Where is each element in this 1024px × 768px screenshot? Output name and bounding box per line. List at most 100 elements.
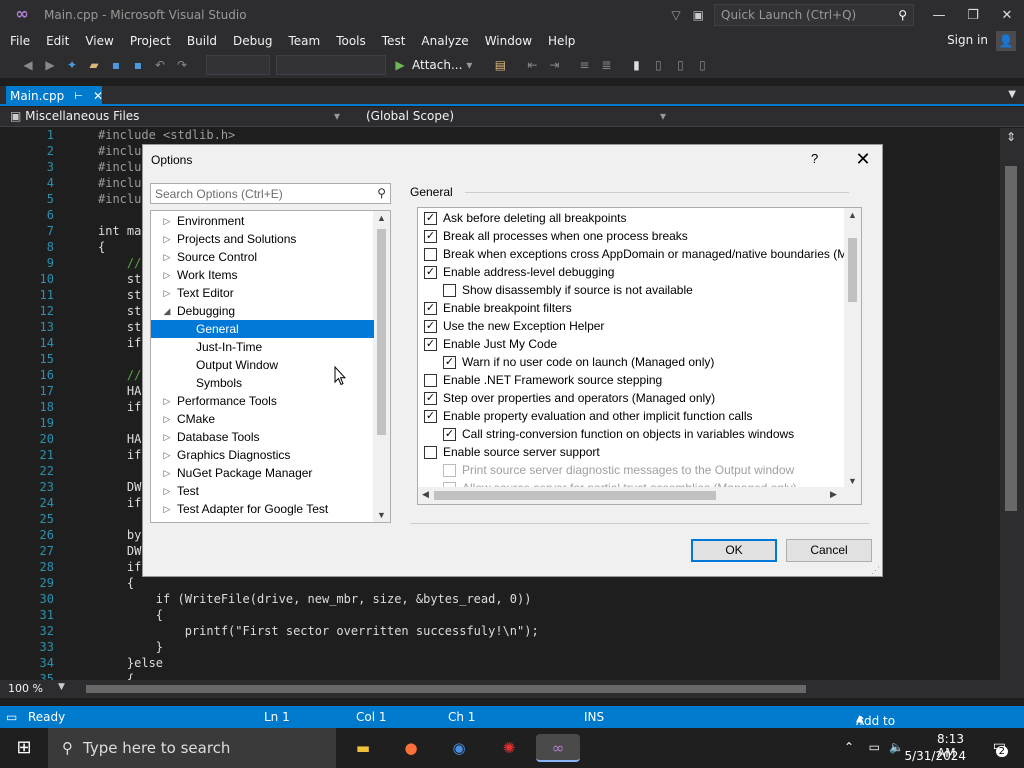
option-row[interactable]: ✓ Break all processes when one process br… — [424, 227, 688, 245]
general-options-list[interactable]: Allow source server for partial trust as… — [417, 207, 862, 505]
tree-item-environment[interactable]: ▷ Environment — [151, 212, 374, 230]
quick-launch-input[interactable]: Quick Launch (Ctrl+Q) ⚲ — [714, 4, 914, 26]
option-checkbox[interactable]: ✓ — [424, 301, 437, 315]
notification-flag-icon[interactable]: ▽ — [671, 8, 680, 22]
option-checkbox[interactable] — [443, 283, 456, 297]
tab-overflow-icon[interactable]: ▼ — [1008, 89, 1016, 100]
option-row[interactable]: ✓ Enable property evaluation and other im… — [424, 407, 753, 425]
cancel-button[interactable]: Cancel — [786, 539, 872, 562]
options-hscroll-thumb[interactable] — [434, 491, 716, 500]
options-horizontal-scrollbar[interactable]: ◀ ▶ — [418, 487, 861, 504]
option-checkbox[interactable]: ✓ — [443, 355, 456, 369]
tree-item-source-control[interactable]: ▷ Source Control — [151, 248, 374, 266]
restore-button[interactable]: ❐ — [956, 0, 990, 30]
tree-item-test[interactable]: ▷ Test — [151, 482, 374, 500]
tree-item-performance-tools[interactable]: ▷ Performance Tools — [151, 392, 374, 410]
feedback-icon[interactable]: ▣ — [693, 8, 704, 22]
menu-edit[interactable]: Edit — [38, 34, 77, 48]
close-tab-icon[interactable]: ✕ — [93, 89, 103, 103]
tree-item-database-tools[interactable]: ▷ Database Tools — [151, 428, 374, 446]
close-window-button[interactable]: ✕ — [990, 0, 1024, 30]
menu-analyze[interactable]: Analyze — [413, 34, 476, 48]
menu-help[interactable]: Help — [540, 34, 583, 48]
options-scroll-thumb[interactable] — [848, 238, 857, 302]
clear-bookmarks-icon[interactable]: ▯ — [694, 57, 710, 73]
option-row[interactable]: ✓ Ask before deleting all breakpoints — [424, 209, 626, 227]
tree-item-nuget-package-manager[interactable]: ▷ NuGet Package Manager — [151, 464, 374, 482]
editor-vertical-scrollbar[interactable]: ⇕ — [1000, 128, 1024, 680]
tree-item-cmake[interactable]: ▷ CMake — [151, 410, 374, 428]
option-checkbox[interactable]: ✓ — [424, 337, 437, 351]
start-button[interactable]: ⊞ — [0, 728, 48, 768]
scroll-down-arrow-icon[interactable]: ▼ — [377, 510, 386, 520]
chrome-icon[interactable]: ◉ — [444, 734, 474, 762]
collapsed-arrow-icon[interactable]: ▷ — [159, 252, 175, 263]
collapsed-arrow-icon[interactable]: ▷ — [159, 216, 175, 227]
collapsed-arrow-icon[interactable]: ▷ — [159, 486, 175, 497]
solution-configuration-dropdown[interactable] — [206, 55, 270, 75]
next-bookmark-icon[interactable]: ▯ — [672, 57, 688, 73]
option-checkbox[interactable]: ✓ — [443, 427, 456, 441]
prev-bookmark-icon[interactable]: ▯ — [650, 57, 666, 73]
option-row[interactable]: ✓ Warn if no user code on launch (Managed… — [443, 353, 714, 371]
collapsed-arrow-icon[interactable]: ▷ — [159, 234, 175, 245]
menu-team[interactable]: Team — [280, 34, 328, 48]
comment-icon[interactable]: ≡ — [576, 57, 592, 73]
indent-icon[interactable]: ⇤ — [524, 57, 540, 73]
clock-date[interactable]: 5/31/2024 — [904, 749, 966, 763]
help-button[interactable]: ? — [811, 151, 818, 166]
menu-project[interactable]: Project — [122, 34, 179, 48]
zoom-dropdown-icon[interactable]: ▼ — [58, 682, 65, 692]
back-icon[interactable]: ◀ — [20, 57, 36, 73]
expanded-arrow-icon[interactable]: ◢ — [159, 306, 175, 317]
uncomment-icon[interactable]: ≣ — [598, 57, 614, 73]
option-checkbox[interactable]: ✓ — [424, 229, 437, 243]
option-row[interactable]: Break when exceptions cross AppDomain or… — [424, 245, 847, 263]
option-row[interactable]: ✓ Call string-conversion function on obje… — [443, 425, 794, 443]
option-row[interactable]: ✓ Enable address-level debugging — [424, 263, 614, 281]
tree-item-debugging[interactable]: ◢ Debugging — [151, 302, 374, 320]
editor-horizontal-scrollbar[interactable]: 100 % ▼ — [0, 680, 1024, 698]
menu-view[interactable]: View — [77, 34, 121, 48]
collapsed-arrow-icon[interactable]: ▷ — [159, 288, 175, 299]
option-row[interactable]: ✓ Use the new Exception Helper — [424, 317, 604, 335]
option-row[interactable]: ✓ Enable breakpoint filters — [424, 299, 572, 317]
ok-button[interactable]: OK — [691, 539, 777, 562]
collapsed-arrow-icon[interactable]: ▷ — [159, 414, 175, 425]
redo-icon[interactable]: ↷ — [174, 57, 190, 73]
tree-scrollbar[interactable]: ▲ ▼ — [373, 211, 390, 522]
tree-item-projects-and-solutions[interactable]: ▷ Projects and Solutions — [151, 230, 374, 248]
option-row[interactable]: ✓ Enable Just My Code — [424, 335, 557, 353]
editor-scroll-thumb[interactable] — [1005, 166, 1017, 511]
tree-item-just-in-time[interactable]: Just-In-Time — [151, 338, 374, 356]
option-row[interactable]: Enable source server support — [424, 443, 600, 461]
save-all-icon[interactable]: ▪ — [130, 57, 146, 73]
project-dropdown[interactable]: ▣ Miscellaneous Files ▾ — [10, 109, 340, 123]
save-icon[interactable]: ▪ — [108, 57, 124, 73]
collapsed-arrow-icon[interactable]: ▷ — [159, 396, 175, 407]
option-row[interactable]: Show disassembly if source is not availa… — [443, 281, 693, 299]
options-search-input[interactable]: Search Options (Ctrl+E) ⚲ — [150, 183, 391, 204]
close-dialog-button[interactable]: ✕ — [851, 147, 875, 171]
options-tree[interactable]: ▲ ▼ ▷ Environment ▷ Projects and Solutions ▷… — [150, 210, 391, 523]
option-checkbox[interactable]: ✓ — [424, 265, 437, 279]
option-checkbox[interactable]: ✓ — [424, 391, 437, 405]
attach-button[interactable]: ▶ Attach... ▾ — [392, 57, 472, 73]
split-icon[interactable]: ⇕ — [1006, 130, 1016, 144]
forward-icon[interactable]: ▶ — [42, 57, 58, 73]
menu-test[interactable]: Test — [374, 34, 414, 48]
option-checkbox[interactable]: ✓ — [424, 211, 437, 225]
collapsed-arrow-icon[interactable]: ▷ — [159, 504, 175, 515]
firefox-icon[interactable]: ● — [396, 734, 426, 762]
solution-platform-dropdown[interactable] — [276, 55, 386, 75]
collapsed-arrow-icon[interactable]: ▷ — [159, 432, 175, 443]
tree-item-work-items[interactable]: ▷ Work Items — [151, 266, 374, 284]
resize-grip-icon[interactable]: ⋰ — [871, 565, 880, 576]
tray-chevron-icon[interactable]: ⌃ — [844, 740, 854, 754]
option-row[interactable]: Enable .NET Framework source stepping — [424, 371, 662, 389]
scroll-up-arrow-icon[interactable]: ▲ — [377, 213, 386, 223]
minimize-button[interactable]: — — [922, 0, 956, 30]
tab-main-cpp[interactable]: Main.cpp ⊢ ✕ — [6, 86, 103, 106]
visual-studio-taskbar-icon[interactable]: ∞ — [536, 734, 580, 762]
zoom-level[interactable]: 100 % — [8, 682, 43, 695]
